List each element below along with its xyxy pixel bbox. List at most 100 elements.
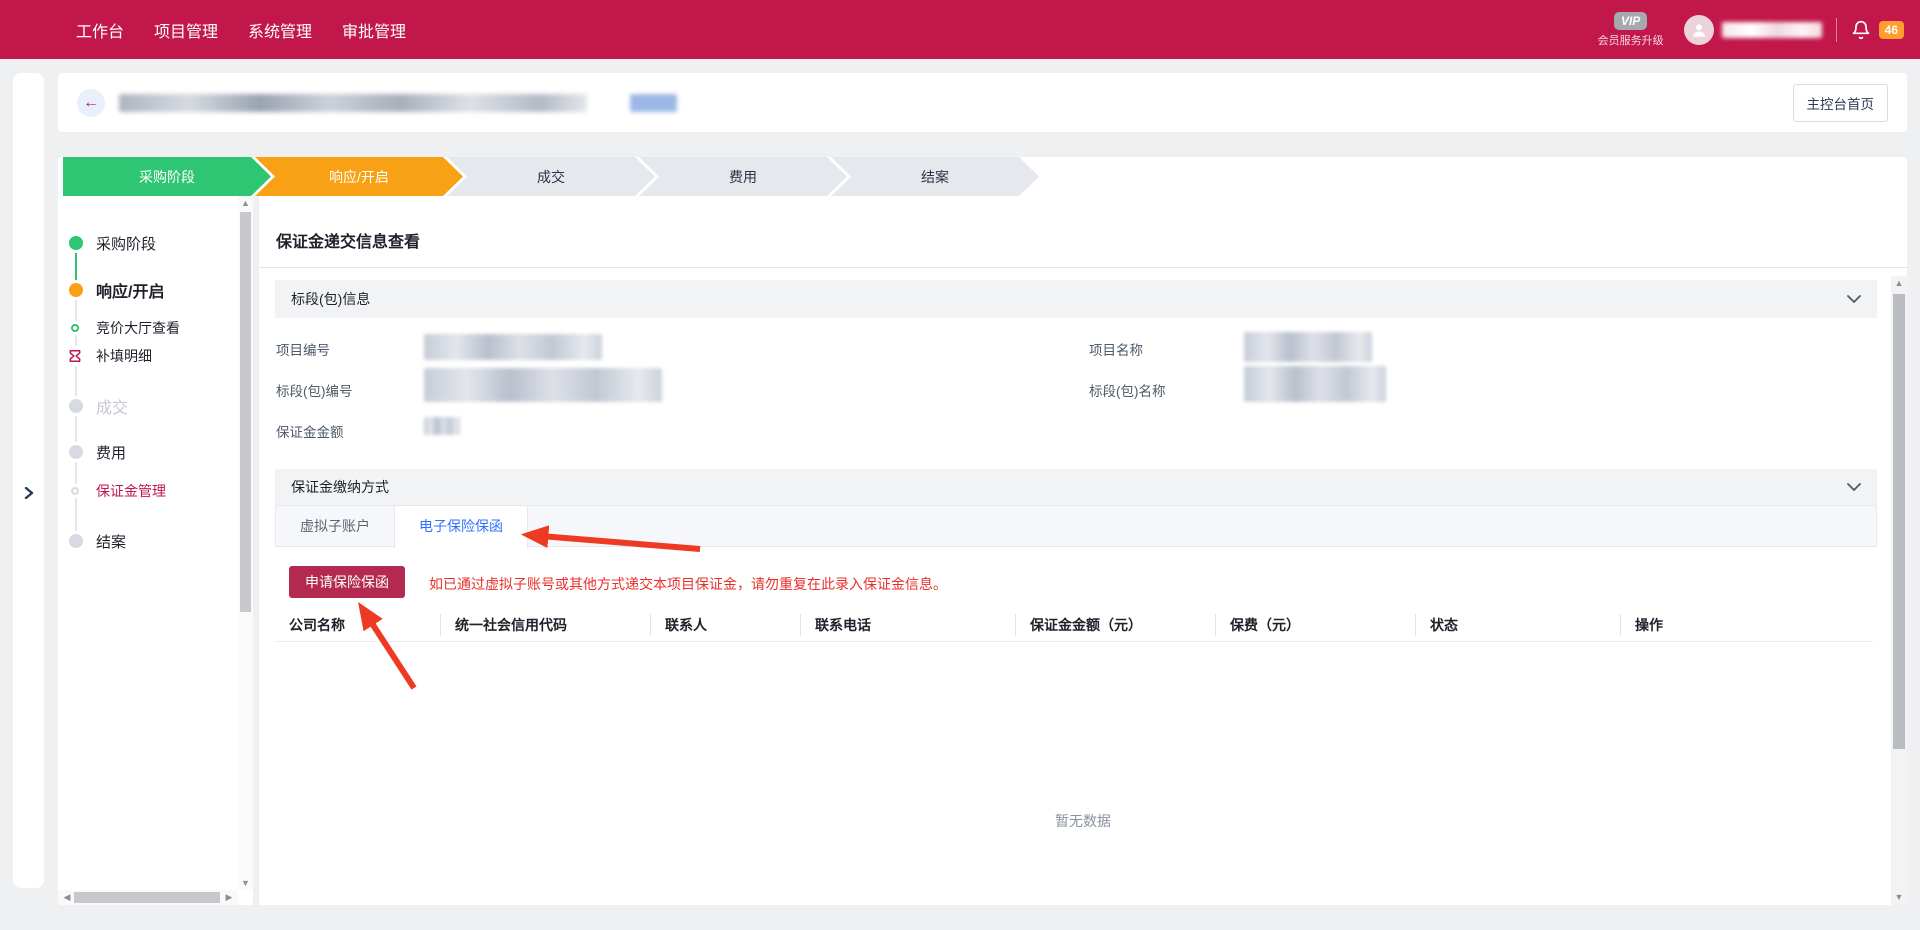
nav-item-system-management[interactable]: 系统管理 — [248, 18, 312, 42]
th-credit-code: 统一社会信用代码 — [440, 614, 650, 636]
scroll-up-button[interactable]: ▲ — [238, 196, 253, 210]
step-label: 费用 — [729, 167, 757, 187]
nav-item-project-management[interactable]: 项目管理 — [154, 18, 218, 42]
scroll-thumb[interactable] — [74, 892, 220, 903]
th-status: 状态 — [1415, 614, 1620, 636]
sidebar-vertical-scrollbar: ▲ ▼ — [238, 196, 253, 890]
sidebar-item-label: 响应/开启 — [96, 278, 164, 302]
sidebar-item-label: 保证金管理 — [96, 481, 166, 501]
chevron-down-icon[interactable] — [1847, 295, 1861, 304]
notifications[interactable]: 46 — [1851, 20, 1904, 40]
scroll-right-button[interactable]: ▶ — [222, 890, 236, 905]
bell-icon — [1851, 20, 1871, 40]
sidebar-item-label: 竞价大厅查看 — [96, 318, 180, 338]
scroll-down-button[interactable]: ▼ — [238, 876, 253, 890]
breadcrumb-bar: ← 主控台首页 — [58, 73, 1907, 132]
th-contact-phone: 联系电话 — [800, 614, 1015, 636]
scroll-left-button[interactable]: ◀ — [60, 890, 74, 905]
timeline-line-done — [75, 250, 77, 283]
step-label: 成交 — [537, 167, 565, 187]
field-value-blur-section-name — [1244, 366, 1386, 402]
step-fees: 费用 — [639, 157, 847, 196]
dot-icon — [69, 236, 83, 250]
duplicate-deposit-warning: 如已通过虚拟子账号或其他方式递交本项目保证金，请勿重复在此录入保证金信息。 — [429, 574, 947, 594]
apply-insurance-letter-button[interactable]: 申请保险保函 — [289, 566, 405, 598]
console-home-button[interactable]: 主控台首页 — [1793, 84, 1889, 122]
step-closing: 结案 — [831, 157, 1039, 196]
notification-badge: 46 — [1879, 21, 1904, 39]
field-value-blur-project-name — [1244, 332, 1372, 362]
status-tag-blur — [630, 94, 677, 112]
section-header-payment-method[interactable]: 保证金缴纳方式 — [275, 469, 1877, 505]
section-title: 保证金缴纳方式 — [291, 477, 389, 497]
nav-item-workbench[interactable]: 工作台 — [76, 18, 124, 42]
sidebar-item-label: 结案 — [96, 531, 126, 552]
field-value-blur-project-no — [424, 334, 602, 360]
vip-caption: 会员服务升级 — [1598, 32, 1664, 48]
content-card: 采购阶段 响应/开启 成交 费用 结案 采购阶段 响应/开启 竞价大厅查看 — [58, 157, 1907, 905]
tab-e-insurance-letter[interactable]: 电子保险保函 — [394, 506, 528, 549]
sidebar-item-label: 补填明细 — [96, 346, 152, 366]
chevron-right-icon — [24, 487, 34, 499]
hourglass-icon — [68, 349, 82, 363]
field-label-deposit-amount: 保证金金额 — [276, 421, 344, 441]
sidebar-horizontal-scrollbar: ◀ ▶ — [58, 890, 238, 905]
th-contact-person: 联系人 — [650, 614, 800, 636]
nav-item-approval-management[interactable]: 审批管理 — [342, 18, 406, 42]
main-panel: 保证金递交信息查看 标段(包)信息 项目编号 项目名称 标段(包)编号 标段(包… — [259, 196, 1907, 905]
section-title: 标段(包)信息 — [291, 289, 370, 309]
process-steps: 采购阶段 响应/开启 成交 费用 结案 — [58, 157, 1907, 196]
step-label: 结案 — [921, 167, 949, 187]
empty-state-text: 暂无数据 — [259, 811, 1907, 831]
chevron-down-icon[interactable] — [1847, 483, 1861, 492]
divider — [259, 267, 1907, 268]
dot-icon — [69, 283, 83, 297]
dot-icon — [69, 445, 83, 459]
back-arrow-icon: ← — [83, 94, 99, 112]
step-label: 响应/开启 — [329, 167, 389, 187]
field-value-blur-section-no — [424, 368, 662, 402]
vip-upgrade[interactable]: VIP 会员服务升级 — [1598, 12, 1664, 48]
field-value-blur-deposit-amount — [424, 417, 460, 435]
nav-menu: 工作台 项目管理 系统管理 审批管理 — [0, 18, 406, 42]
collapse-sidebar-button[interactable] — [13, 478, 44, 508]
project-title-blur — [119, 94, 587, 112]
scroll-down-button[interactable]: ▼ — [1891, 890, 1907, 905]
th-actions: 操作 — [1620, 614, 1873, 636]
sidebar-item-label: 采购阶段 — [96, 233, 156, 254]
avatar — [1684, 15, 1714, 45]
field-label-project-no: 项目编号 — [276, 339, 330, 359]
th-premium: 保费（元） — [1215, 614, 1415, 636]
step-deal: 成交 — [447, 157, 655, 196]
page-title: 保证金递交信息查看 — [276, 228, 420, 252]
scroll-thumb[interactable] — [240, 212, 251, 612]
tab-virtual-sub-account[interactable]: 虚拟子账户 — [276, 506, 394, 548]
user-account[interactable] — [1684, 15, 1822, 45]
field-label-project-name: 项目名称 — [1089, 339, 1143, 359]
sidebar-item-label: 费用 — [96, 442, 126, 463]
vip-icon: VIP — [1614, 12, 1647, 30]
sidebar: 采购阶段 响应/开启 竞价大厅查看 补填明细 成交 费用 — [58, 196, 253, 905]
dot-icon — [69, 399, 83, 413]
collapse-strip — [13, 73, 44, 888]
payment-tabs: 虚拟子账户 电子保险保函 — [275, 505, 1877, 547]
nav-divider — [1836, 18, 1837, 42]
scroll-up-button[interactable]: ▲ — [1891, 276, 1907, 291]
user-name-blur — [1722, 22, 1822, 38]
scroll-thumb[interactable] — [1893, 294, 1905, 749]
th-deposit-amount: 保证金金额（元） — [1015, 614, 1215, 636]
ring-icon — [71, 324, 79, 332]
field-label-section-no: 标段(包)编号 — [276, 380, 353, 400]
section-header-bid-info[interactable]: 标段(包)信息 — [275, 280, 1877, 318]
top-navbar: 工作台 项目管理 系统管理 审批管理 VIP 会员服务升级 46 — [0, 0, 1920, 59]
main-vertical-scrollbar: ▲ ▼ — [1891, 276, 1907, 905]
step-procurement-phase: 采购阶段 — [63, 157, 271, 196]
th-company-name: 公司名称 — [275, 614, 440, 636]
dot-icon — [69, 534, 83, 548]
field-label-section-name: 标段(包)名称 — [1089, 380, 1166, 400]
sidebar-item-label: 成交 — [96, 394, 128, 418]
ring-icon — [71, 487, 79, 495]
back-button[interactable]: ← — [77, 89, 105, 117]
step-label: 采购阶段 — [139, 167, 195, 187]
person-icon — [1690, 21, 1708, 39]
